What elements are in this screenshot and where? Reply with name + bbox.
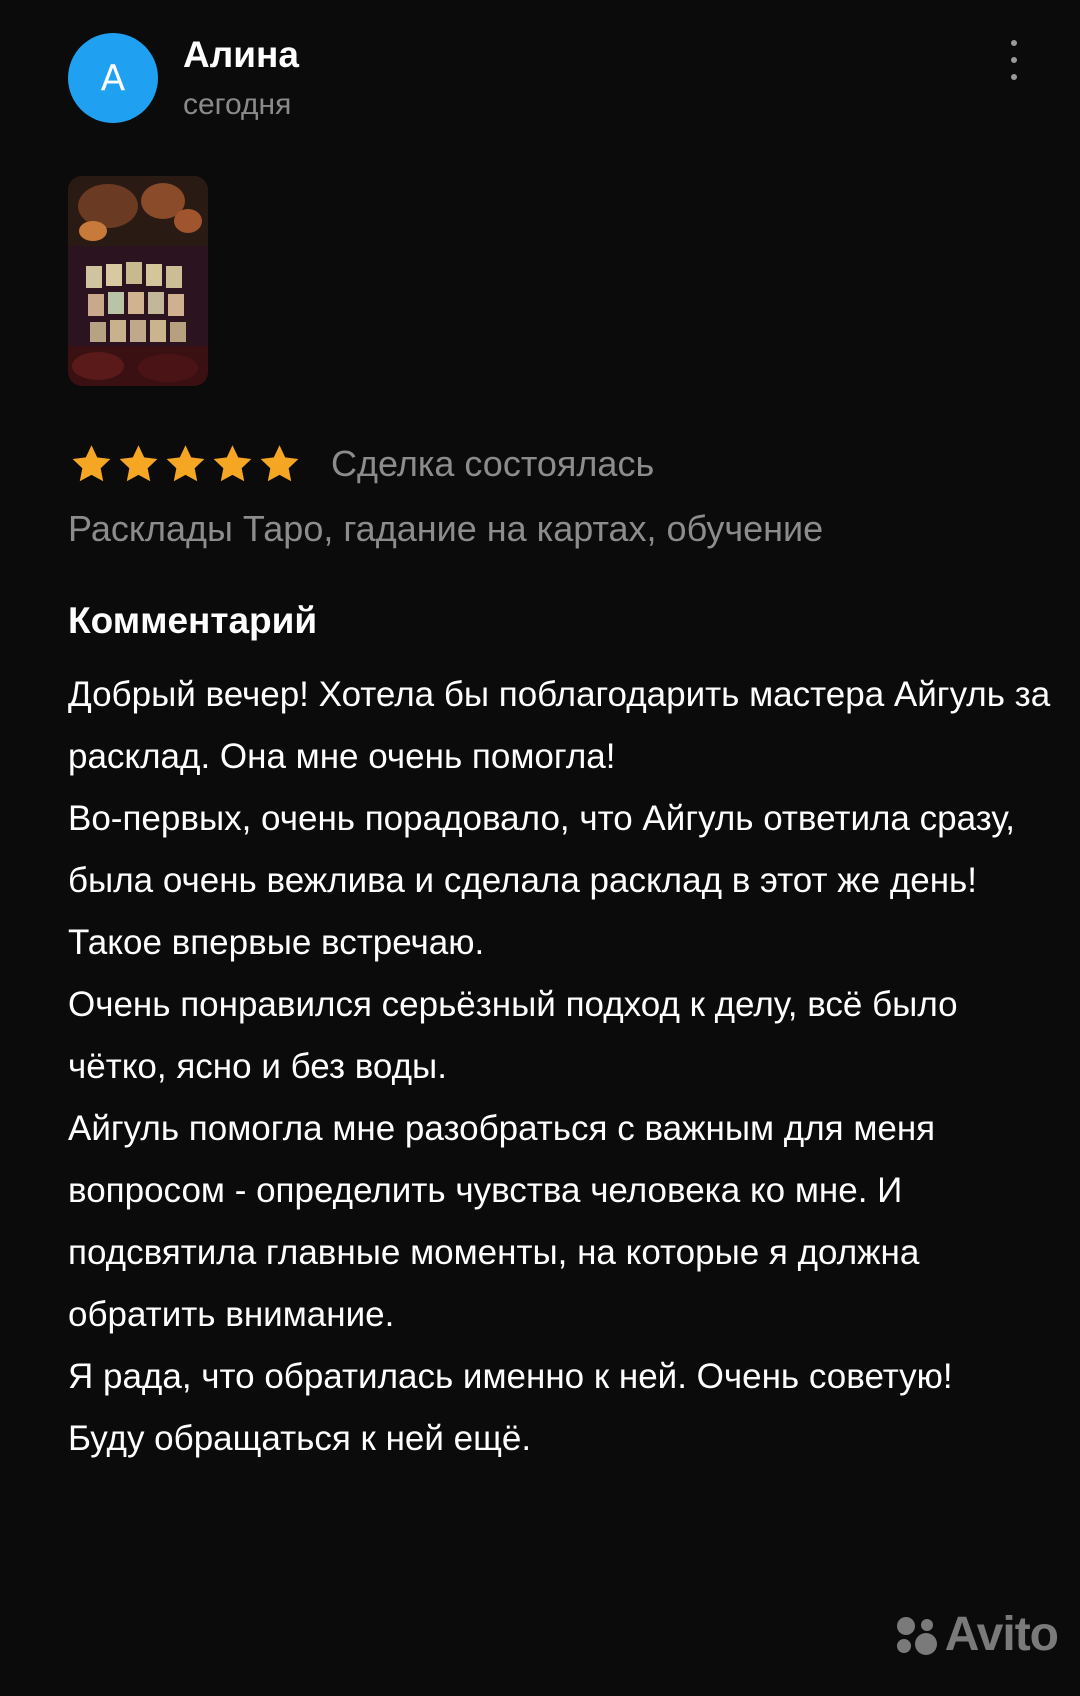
comment-paragraph: Добрый вечер! Хотела бы поблагодарить ма… (68, 675, 1051, 776)
comment-paragraph: Айгуль помогла мне разобраться с важным … (68, 1109, 936, 1334)
comment-paragraph: Очень понравился серьёзный подход к делу… (68, 985, 958, 1086)
star-icon (260, 445, 299, 482)
deal-status: Сделка состоялась (331, 443, 655, 484)
author-name[interactable]: Алина (183, 34, 299, 76)
star-icon (72, 445, 111, 482)
review-photo[interactable] (68, 176, 208, 386)
avito-logo-icon (896, 1616, 937, 1655)
tarot-photo-image (68, 176, 208, 386)
service-name[interactable]: Расклады Таро, гадание на картах, обучен… (68, 508, 823, 550)
comment-body: Добрый вечер! Хотела бы поблагодарить ма… (68, 664, 1053, 1470)
comment-paragraph: Я рада, что обратилась именно к ней. Оче… (68, 1357, 953, 1396)
avatar-initial: А (100, 57, 126, 99)
avito-logo-text: Avito (944, 1608, 1059, 1661)
review-date: сегодня (183, 88, 292, 121)
avito-watermark: Avito (891, 1607, 1059, 1662)
review-header: А Алина сегодня (68, 32, 1040, 132)
comment-paragraph: Во-первых, очень порадовало, что Айгуль … (68, 799, 1016, 962)
rating-row: Сделка состоялась (68, 438, 654, 490)
star-icon (119, 445, 158, 482)
comment-title: Комментарий (68, 600, 318, 641)
avatar[interactable]: А (68, 33, 158, 123)
star-icon (166, 445, 205, 482)
comment-paragraph: Буду обращаться к ней ещё. (68, 1419, 532, 1458)
more-options-icon[interactable] (1006, 40, 1022, 80)
star-icon (213, 445, 252, 482)
review-card: А Алина сегодня Сделка состоялась Раскла… (0, 0, 1080, 1696)
rating-stars (68, 442, 303, 486)
